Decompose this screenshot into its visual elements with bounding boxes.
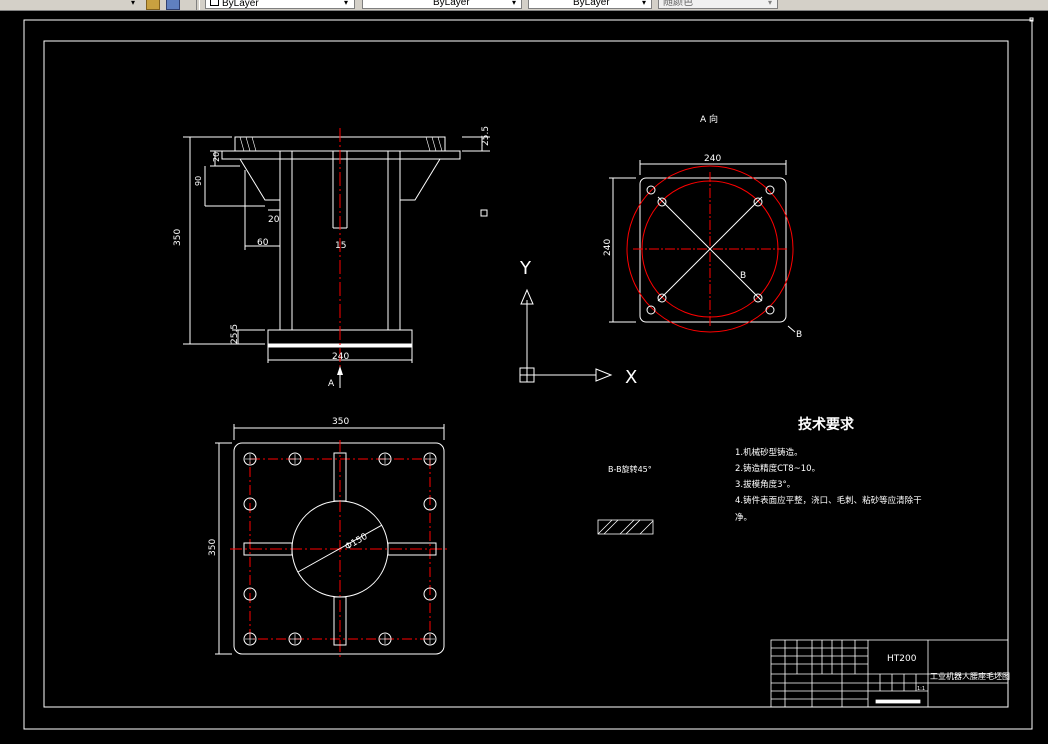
tech-item-4: 4.铸件表面应平整，浇口、毛刺、粘砂等应清除干 bbox=[735, 495, 922, 506]
point-marker bbox=[480, 209, 488, 217]
title-block-material: HT200 bbox=[887, 654, 917, 664]
title-block-scale: 1:1 bbox=[917, 686, 925, 692]
section-b-label-2: B bbox=[796, 330, 802, 340]
drawing-svg[interactable]: 25.5 20 90 350 20 60 15 25.5 240 A A 向 2… bbox=[0, 11, 1048, 740]
linetype-dropdown-arrow-icon[interactable]: ▾ bbox=[512, 0, 516, 7]
ucs-icon: Y X bbox=[519, 258, 637, 388]
section-bb-label: B-B旋转45° bbox=[608, 464, 652, 474]
lineweight-dropdown-arrow-icon[interactable]: ▾ bbox=[642, 0, 646, 7]
layer-dropdown-arrow-icon[interactable]: ▾ bbox=[131, 0, 135, 7]
section-b-label: B bbox=[740, 271, 746, 281]
dim-240-text: 240 bbox=[332, 352, 349, 362]
color-swatch-icon bbox=[210, 0, 219, 6]
title-block-drawing-name: 工业机器人腰座毛坯图 bbox=[930, 671, 1010, 681]
inner-frame bbox=[43, 40, 1009, 708]
tech-item-1: 1.机械砂型铸造。 bbox=[735, 447, 803, 458]
tech-title: 技术要求 bbox=[798, 416, 855, 433]
plotstyle-control[interactable]: 随颜色 bbox=[658, 0, 778, 9]
dim-350-text: 350 bbox=[173, 229, 183, 246]
toolbar-separator bbox=[196, 0, 200, 10]
dim-base-text: 25.5 bbox=[230, 324, 240, 344]
ucs-y-label: Y bbox=[519, 258, 532, 279]
dim-15-text: 15 bbox=[335, 241, 346, 251]
bottom-height-text: 350 bbox=[208, 539, 218, 556]
linetype-control-value: ByLayer bbox=[433, 0, 470, 8]
tech-item-3: 3.拔模角度3°。 bbox=[735, 479, 795, 490]
plotstyle-dropdown-arrow-icon[interactable]: ▾ bbox=[768, 0, 772, 7]
view-a-title: A 向 bbox=[700, 113, 718, 125]
properties-toolbar: ▾ ByLayer ▾ ByLayer ▾ ByLayer ▾ 随颜色 ▾ bbox=[0, 0, 1048, 11]
bottom-view: 350 350 Φ150 bbox=[208, 417, 448, 658]
layer-previous-icon[interactable] bbox=[166, 0, 180, 10]
dim-flange-text: 25.5 bbox=[481, 126, 491, 146]
arrow-a-text: A bbox=[328, 379, 335, 389]
color-control[interactable]: ByLayer bbox=[205, 0, 355, 9]
flange-hatch bbox=[239, 136, 443, 152]
layer-state-icon[interactable] bbox=[146, 0, 160, 10]
color-control-value: ByLayer bbox=[222, 0, 259, 9]
tech-item-5: 净。 bbox=[735, 512, 752, 523]
section-bb-view bbox=[597, 519, 654, 535]
view-a-width-text: 240 bbox=[704, 154, 721, 164]
view-a-height-text: 240 bbox=[603, 239, 613, 256]
lineweight-control-value: ByLayer bbox=[573, 0, 610, 8]
tech-item-2: 2.铸造精度CT8~10。 bbox=[735, 463, 820, 474]
dim-60-text: 60 bbox=[257, 238, 269, 248]
view-a-arrowhead bbox=[337, 366, 343, 375]
drawing-canvas[interactable]: 25.5 20 90 350 20 60 15 25.5 240 A A 向 2… bbox=[0, 11, 1048, 740]
ucs-x-label: X bbox=[625, 367, 637, 388]
linetype-control[interactable]: ByLayer bbox=[362, 0, 522, 9]
dim-90-text: 90 bbox=[194, 176, 203, 186]
color-dropdown-arrow-icon[interactable]: ▾ bbox=[344, 0, 348, 7]
view-a-top: 240 240 B B bbox=[603, 154, 802, 340]
dim-20-top-text: 20 bbox=[212, 152, 221, 162]
lineweight-control[interactable]: ByLayer bbox=[528, 0, 652, 9]
plotstyle-control-value: 随颜色 bbox=[663, 0, 693, 8]
dim-20-rib-text: 20 bbox=[268, 215, 280, 225]
bottom-width-text: 350 bbox=[332, 417, 349, 427]
